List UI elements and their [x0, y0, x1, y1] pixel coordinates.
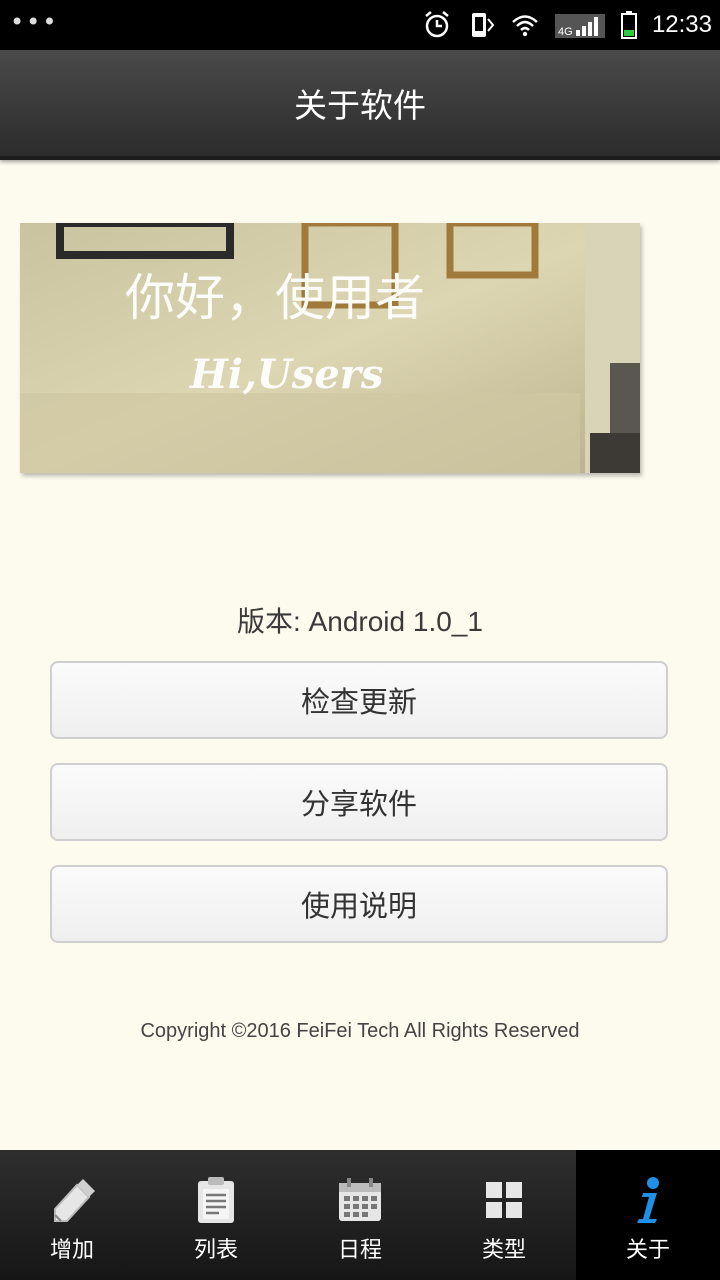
status-icons: 4G 12:33 — [422, 0, 712, 50]
grid-icon — [478, 1174, 530, 1226]
alarm-icon — [422, 10, 452, 40]
share-software-button[interactable]: 分享软件 — [50, 763, 668, 841]
clock-time: 12:33 — [651, 11, 712, 38]
title-bar: 关于软件 — [0, 50, 720, 160]
tab-schedule[interactable]: 日程 — [288, 1150, 432, 1280]
banner-subline: Hi,Users — [189, 351, 383, 398]
status-bar: ••• 4G 12:33 — [0, 0, 720, 50]
wifi-icon — [510, 10, 540, 40]
tab-about[interactable]: 关于 — [576, 1150, 720, 1280]
page-title: 关于软件 — [294, 86, 426, 125]
pencil-icon — [46, 1174, 98, 1226]
copyright-text: Copyright ©2016 FeiFei Tech All Rights R… — [140, 1020, 580, 1042]
banner-headline: 你好，使用者 — [125, 269, 425, 327]
signal-4g-icon: 4G — [554, 10, 606, 40]
tab-list-label: 列表 — [193, 1238, 238, 1263]
tab-about-label: 关于 — [625, 1238, 670, 1263]
battery-icon — [620, 10, 638, 40]
version-label: 版本: Android 1.0_1 — [237, 606, 483, 637]
tab-type[interactable]: 类型 — [432, 1150, 576, 1280]
check-update-button[interactable]: 检查更新 — [50, 661, 668, 739]
tab-add[interactable]: 增加 — [0, 1150, 144, 1280]
calendar-icon — [334, 1174, 386, 1226]
instructions-button[interactable]: 使用说明 — [50, 865, 668, 943]
welcome-banner-image: 你好，使用者 Hi,Users — [20, 223, 640, 473]
tab-schedule-label: 日程 — [337, 1238, 382, 1263]
svg-text:4G: 4G — [558, 26, 573, 38]
clipboard-icon — [190, 1174, 242, 1226]
bottom-tab-bar: 增加 列表 日程 类型 关于 — [0, 1150, 720, 1280]
vibrate-icon — [466, 10, 496, 40]
info-icon — [622, 1174, 674, 1226]
tab-type-label: 类型 — [481, 1238, 526, 1263]
notification-dots: ••• — [10, 8, 59, 36]
tab-list[interactable]: 列表 — [144, 1150, 288, 1280]
tab-add-label: 增加 — [49, 1238, 94, 1263]
